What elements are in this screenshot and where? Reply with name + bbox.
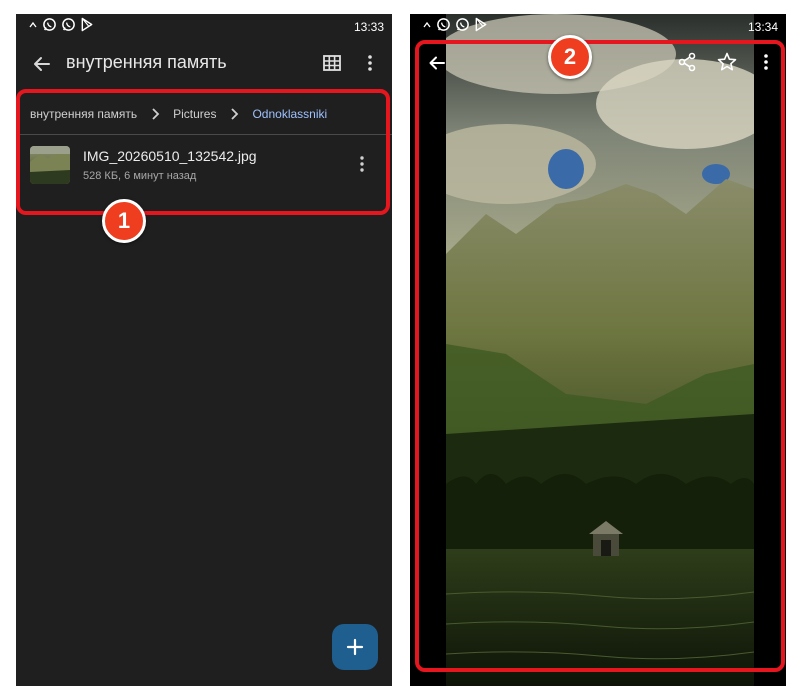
play-store-icon (81, 17, 93, 32)
status-time: 13:34 (747, 20, 778, 34)
app-bar: внутренняя память (16, 42, 392, 86)
caret-up-icon (29, 21, 37, 27)
status-bar: 13:33 (16, 14, 392, 40)
plus-icon (346, 638, 364, 656)
whatsapp-icon (456, 18, 469, 31)
grid-view-icon[interactable] (321, 52, 343, 74)
play-store-icon (475, 17, 487, 32)
caret-up-icon (423, 21, 431, 27)
back-arrow-icon[interactable] (30, 52, 54, 76)
highlight-box-file-list (16, 89, 390, 215)
step-badge-1: 1 (102, 199, 146, 243)
status-time: 13:33 (353, 20, 384, 34)
add-button[interactable] (332, 624, 378, 670)
highlight-box-image-viewer (415, 40, 785, 672)
more-vert-icon[interactable] (359, 52, 381, 74)
page-title: внутренняя память (66, 52, 227, 72)
whatsapp-icon (43, 18, 56, 31)
whatsapp-icon (62, 18, 75, 31)
whatsapp-icon (437, 18, 450, 31)
step-badge-2: 2 (548, 35, 592, 79)
status-bar: 13:34 (410, 14, 786, 40)
